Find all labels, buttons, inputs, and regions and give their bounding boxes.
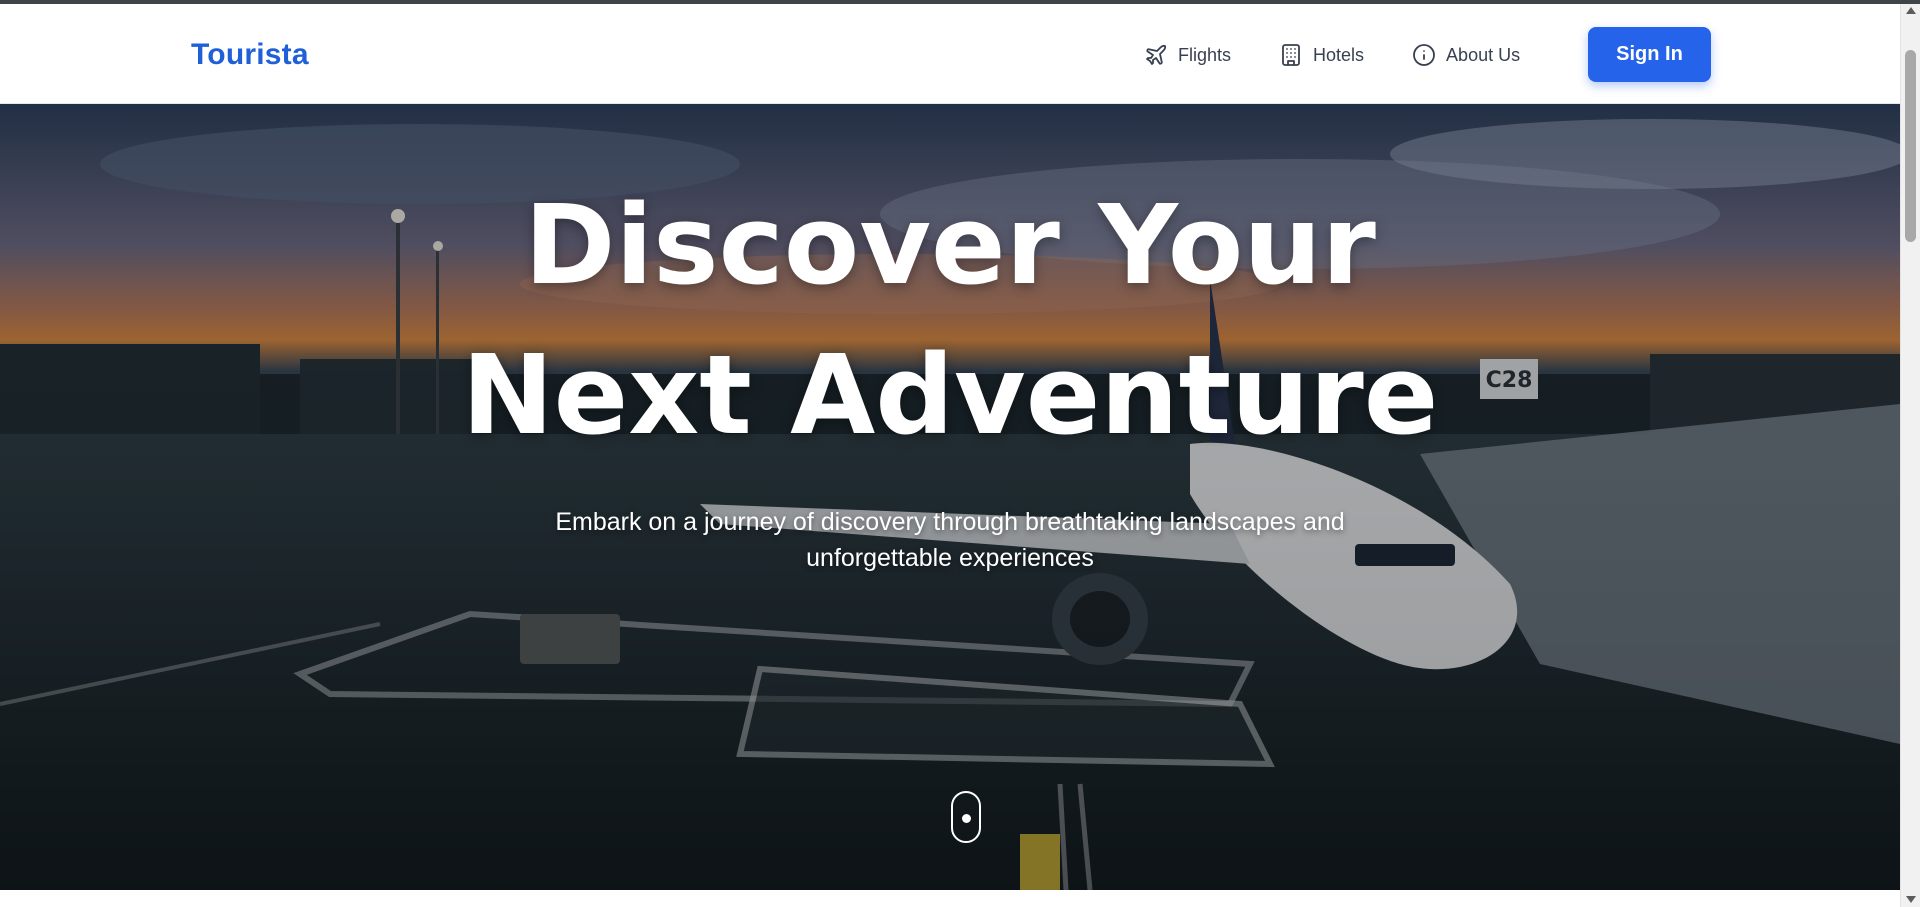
scrollbar-thumb[interactable]: [1905, 50, 1916, 242]
hero-section: C28 Discover Your Next Adventure Embark …: [0, 104, 1900, 890]
nav-hotels-label: Hotels: [1313, 44, 1365, 65]
hero-title-line-2: Next Adventure: [461, 331, 1439, 459]
scroll-down-icon[interactable]: [951, 791, 981, 843]
hero-subtitle: Embark on a journey of discovery through…: [555, 508, 1345, 572]
hero-title-line-1: Discover Your: [524, 181, 1376, 309]
scroll-down-arrow-icon[interactable]: [1906, 896, 1916, 903]
info-icon: [1413, 44, 1435, 66]
hero-title: Discover Your Next Adventure: [0, 170, 1900, 470]
hero-content: Discover Your Next Adventure Embark on a…: [0, 170, 1900, 576]
page: Tourista Flights Hotels About Us Sign In…: [0, 0, 1920, 907]
plane-icon: [1146, 44, 1167, 65]
nav-links: Flights Hotels About Us: [1144, 40, 1520, 70]
nav-hotels-link[interactable]: Hotels: [1279, 40, 1364, 70]
building-icon: [1282, 44, 1300, 66]
nav-about-link[interactable]: About Us: [1412, 40, 1520, 70]
sign-in-button[interactable]: Sign In: [1588, 27, 1711, 82]
nav-flights-label: Flights: [1178, 44, 1232, 65]
nav-about-label: About Us: [1446, 44, 1521, 65]
nav-flights-link[interactable]: Flights: [1144, 40, 1231, 70]
navbar: Tourista Flights Hotels About Us Sign In: [0, 4, 1900, 104]
brand-logo[interactable]: Tourista: [191, 38, 309, 72]
page-scrollbar[interactable]: [1900, 4, 1920, 907]
scroll-up-arrow-icon[interactable]: [1906, 7, 1916, 14]
scroll-indicator-dot: [962, 814, 971, 823]
